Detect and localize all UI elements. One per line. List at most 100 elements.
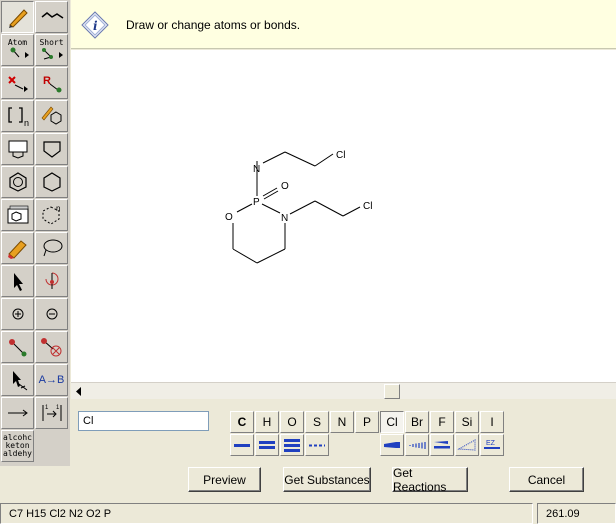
triple-bond-button[interactable] bbox=[280, 434, 304, 456]
short-menu-tool[interactable]: Short bbox=[35, 34, 68, 66]
atom-labels: N Cl P O O N Cl bbox=[225, 150, 372, 224]
atom-label-n2: N bbox=[281, 213, 288, 224]
element-si-button[interactable]: Si bbox=[455, 411, 479, 433]
rotate-tool[interactable] bbox=[35, 265, 68, 297]
select-tool[interactable] bbox=[1, 265, 34, 297]
eraser-icon bbox=[7, 240, 27, 259]
tool-palette: Atom Short R n n A→B 1 1 alcohc keton al… bbox=[0, 0, 70, 466]
no-reaction-icon bbox=[40, 338, 61, 357]
scroll-thumb[interactable] bbox=[384, 384, 400, 399]
atom-menu-tool[interactable]: Atom bbox=[1, 34, 34, 66]
pencil-draw-tool[interactable] bbox=[1, 1, 34, 33]
wavy-bond-button[interactable] bbox=[455, 434, 479, 456]
cyclohexane-tool[interactable] bbox=[35, 166, 68, 198]
element-p-button[interactable]: P bbox=[355, 411, 379, 433]
double-bond-button[interactable] bbox=[255, 434, 279, 456]
template-ring-tool[interactable] bbox=[1, 133, 34, 165]
wedge-bond-button[interactable] bbox=[380, 434, 404, 456]
single-bond-button[interactable] bbox=[230, 434, 254, 456]
short-label: Short bbox=[39, 38, 64, 47]
reaction-center-tool[interactable] bbox=[1, 331, 34, 363]
element-h-button[interactable]: H bbox=[255, 411, 279, 433]
element-n-button[interactable]: N bbox=[330, 411, 354, 433]
formula-status: C7 H15 Cl2 N2 O2 P bbox=[0, 503, 533, 524]
rotate-icon bbox=[45, 272, 58, 289]
delete-atom-icon bbox=[7, 76, 28, 92]
template-library-icon bbox=[7, 205, 28, 224]
lasso-icon bbox=[43, 239, 62, 257]
wavy-bond-icon bbox=[457, 439, 476, 451]
element-f-button[interactable]: F bbox=[430, 411, 454, 433]
atom-mapping-tool[interactable]: A→B bbox=[35, 364, 68, 396]
bond-select-tool[interactable] bbox=[1, 364, 34, 396]
drawing-canvas[interactable]: N Cl P O O N Cl bbox=[71, 50, 616, 382]
hashed-bond-icon bbox=[409, 442, 426, 449]
bracket-sub: n bbox=[24, 118, 29, 128]
chain-tool[interactable] bbox=[35, 1, 68, 33]
r-group-icon: R bbox=[43, 75, 61, 93]
benzene-tool[interactable] bbox=[1, 166, 34, 198]
functional-group-tool[interactable]: alcohc keton aldehy bbox=[1, 430, 34, 462]
template-library-tool[interactable] bbox=[1, 199, 34, 231]
dashed-ring-icon: n bbox=[42, 204, 60, 225]
reaction-center-icon bbox=[8, 339, 26, 357]
negative-charge-tool[interactable] bbox=[35, 298, 68, 330]
cancel-button[interactable]: Cancel bbox=[509, 467, 584, 492]
hashed-bond-button[interactable] bbox=[405, 434, 429, 456]
no-reaction-center-tool[interactable] bbox=[35, 331, 68, 363]
info-icon: i bbox=[81, 11, 109, 39]
scroll-left-icon[interactable] bbox=[74, 386, 84, 397]
element-i-button[interactable]: I bbox=[480, 411, 504, 433]
ez-bond-button[interactable]: EZ bbox=[480, 434, 504, 456]
atom-label-n1: N bbox=[253, 164, 260, 175]
atom-menu-icon bbox=[10, 47, 29, 58]
plus-circle-icon bbox=[12, 308, 23, 320]
a-to-b-label: A→B bbox=[38, 374, 65, 386]
positive-charge-tool[interactable] bbox=[1, 298, 34, 330]
canvas-horizontal-scrollbar[interactable] bbox=[71, 382, 616, 399]
atom-label: Atom bbox=[7, 38, 28, 47]
mapping-numbers-tool[interactable]: 11 bbox=[35, 397, 68, 429]
get-substances-button[interactable]: Get Substances bbox=[283, 467, 371, 492]
element-cl-button[interactable]: Cl bbox=[380, 411, 404, 433]
lasso-tool[interactable] bbox=[35, 232, 68, 264]
single-bond-icon bbox=[234, 444, 250, 447]
r-group-tool[interactable]: R bbox=[35, 67, 68, 99]
double-bond-icon bbox=[259, 441, 275, 449]
benzene-icon bbox=[8, 172, 27, 192]
element-o-button[interactable]: O bbox=[280, 411, 304, 433]
reaction-arrow-tool[interactable] bbox=[1, 397, 34, 429]
hint-bar: i Draw or change atoms or bonds. bbox=[71, 0, 616, 49]
bracket-tool[interactable]: n bbox=[1, 100, 34, 132]
delete-atom-tool[interactable] bbox=[1, 67, 34, 99]
double-either-bond-button[interactable] bbox=[430, 434, 454, 456]
any-bond-button[interactable] bbox=[305, 434, 329, 456]
svg-text:EZ: EZ bbox=[486, 440, 496, 447]
element-c-button[interactable]: C bbox=[230, 411, 254, 433]
dashed-bond-icon bbox=[309, 444, 325, 447]
svg-text:n: n bbox=[56, 204, 60, 213]
bracket-icon: n bbox=[7, 107, 29, 128]
reaction-arrow-icon bbox=[7, 409, 28, 417]
short-menu-icon bbox=[41, 48, 63, 60]
ring-n-tool[interactable]: n bbox=[35, 199, 68, 231]
get-reactions-button[interactable]: Get Reactions bbox=[392, 466, 468, 494]
hexagon-icon bbox=[42, 172, 61, 192]
pencil-ring-icon bbox=[41, 106, 61, 125]
molecule-structure[interactable]: N Cl P O O N Cl bbox=[71, 50, 616, 382]
atom-label-p: P bbox=[253, 197, 260, 208]
r-label: R bbox=[43, 75, 51, 87]
element-s-button[interactable]: S bbox=[305, 411, 329, 433]
minus-circle-icon bbox=[46, 308, 57, 320]
preview-button[interactable]: Preview bbox=[188, 467, 261, 492]
element-input[interactable] bbox=[78, 411, 209, 431]
eraser-tool[interactable] bbox=[1, 232, 34, 264]
wedge-bond-icon bbox=[384, 442, 400, 448]
pencil-icon bbox=[8, 9, 28, 28]
svg-text:1: 1 bbox=[56, 405, 60, 411]
attach-ring-tool[interactable] bbox=[35, 100, 68, 132]
element-br-button[interactable]: Br bbox=[405, 411, 429, 433]
ez-bond-icon: EZ bbox=[484, 440, 500, 449]
cyclopentane-tool[interactable] bbox=[35, 133, 68, 165]
chain-icon bbox=[41, 12, 63, 19]
